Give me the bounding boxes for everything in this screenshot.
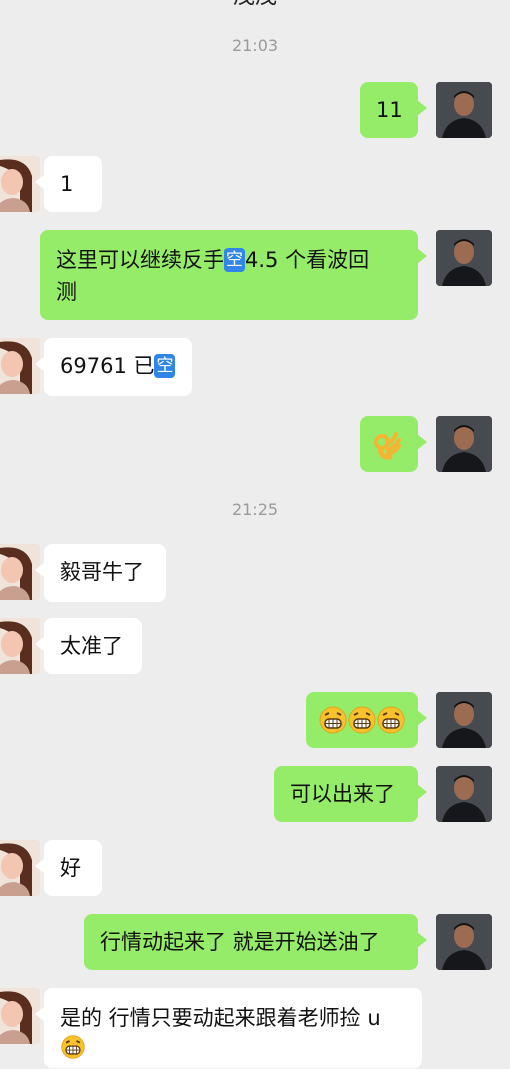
message-text: 这里可以继续反手 (56, 248, 224, 272)
message-bubble-contact[interactable]: 毅哥牛了 (35, 544, 166, 602)
message-text: 行情动起来了 就是开始送油了 (100, 930, 380, 954)
message-text: 毅哥牛了 (60, 560, 144, 584)
message-bubble-contact[interactable]: 太准了 (35, 618, 142, 674)
message-bubble-mine[interactable] (306, 692, 427, 748)
contact-avatar[interactable] (0, 618, 40, 674)
message-bubble-mine[interactable]: 行情动起来了 就是开始送油了 (84, 914, 427, 970)
message-bubble-contact[interactable]: 是的 行情只要动起来跟着老师捡 u (35, 988, 422, 1068)
contact-avatar[interactable] (0, 156, 40, 212)
message-text: 69761 已 (60, 354, 155, 378)
kong-badge-icon: 空 (224, 248, 245, 272)
my-avatar[interactable] (436, 766, 492, 822)
grinning-face-icon (61, 1035, 85, 1059)
chat-title: 茂茂 (0, 0, 510, 12)
message-text: 好 (60, 856, 81, 880)
contact-avatar[interactable] (0, 988, 40, 1044)
message-text: 11 (376, 98, 403, 122)
message-text: 测 (56, 280, 77, 304)
my-avatar[interactable] (436, 230, 492, 286)
message-bubble-mine[interactable]: 这里可以继续反手 空4.5 个看波回 测 (40, 230, 427, 320)
message-bubble-contact[interactable]: 69761 已空 (35, 338, 192, 396)
kong-badge-icon: 空 (154, 354, 176, 378)
my-avatar[interactable] (436, 914, 492, 970)
grinning-face-icon (319, 706, 405, 734)
message-text: 4.5 个看波回 (245, 248, 370, 272)
contact-avatar[interactable] (0, 840, 40, 896)
timestamp: 21:25 (231, 500, 279, 519)
contact-avatar[interactable] (0, 338, 40, 394)
my-avatar[interactable] (436, 82, 492, 138)
message-text: 是的 行情只要动起来跟着老师捡 u (60, 1006, 381, 1030)
message-bubble-mine[interactable]: 可以出来了 (274, 766, 427, 822)
ok-hand-icon (374, 432, 401, 460)
message-bubble-mine[interactable]: 11 (360, 82, 427, 138)
contact-avatar[interactable] (0, 544, 40, 600)
message-bubble-contact[interactable]: 好 (35, 840, 102, 896)
message-text: 1 (60, 172, 74, 196)
message-text: 太准了 (60, 634, 123, 658)
my-avatar[interactable] (436, 692, 492, 748)
message-text: 可以出来了 (290, 782, 395, 806)
message-bubble-mine[interactable] (360, 416, 427, 472)
message-bubble-contact[interactable]: 1 (35, 156, 102, 212)
my-avatar[interactable] (436, 416, 492, 472)
timestamp: 21:03 (231, 36, 279, 55)
